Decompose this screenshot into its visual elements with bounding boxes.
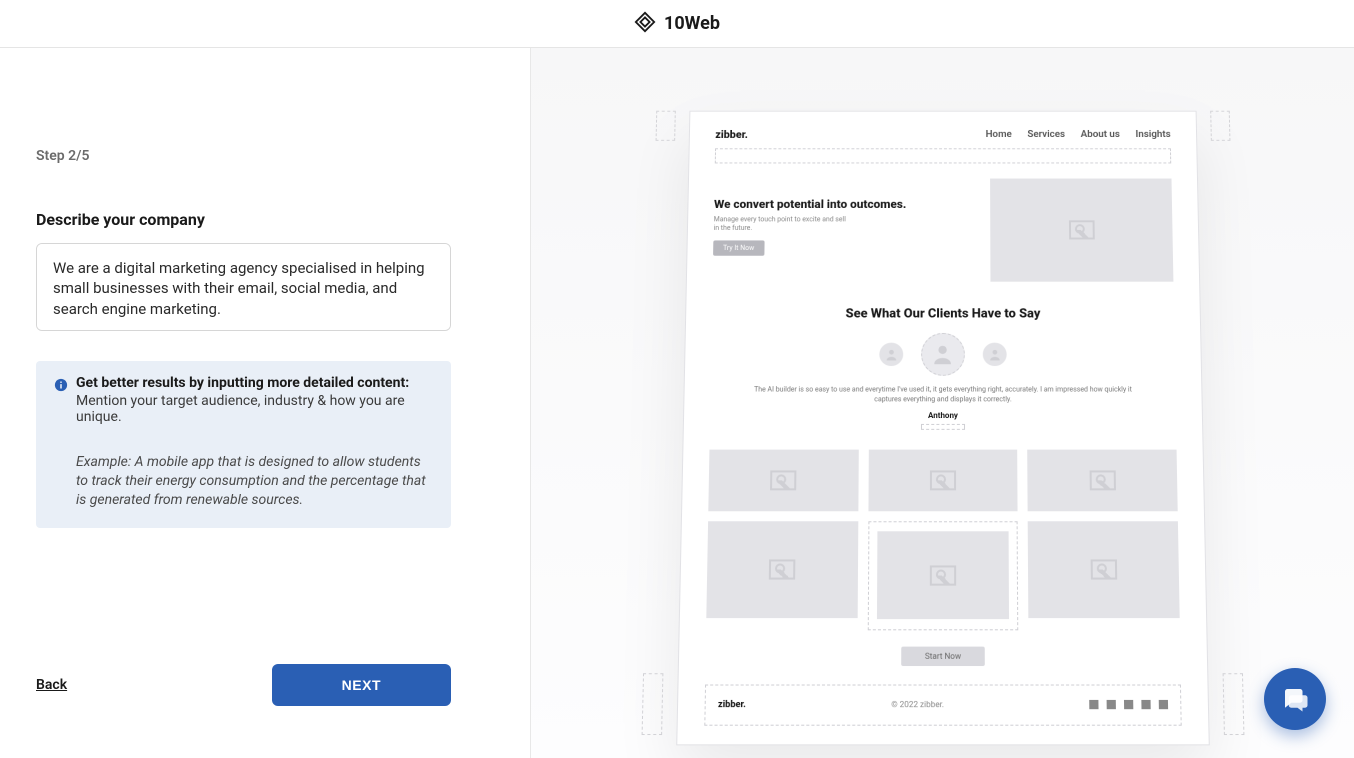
image-placeholder-icon <box>1090 559 1117 579</box>
form-title: Describe your company <box>36 210 490 229</box>
preview-hero-subtitle: Manage every touch point to excite and s… <box>713 216 851 233</box>
info-icon <box>54 377 68 391</box>
preview-quote-author: Anthony <box>710 411 1176 420</box>
guide-marker <box>655 111 675 141</box>
guide-marker <box>1222 673 1244 735</box>
preview-hero-title: We convert potential into outcomes. <box>713 198 972 212</box>
chat-icon <box>1280 684 1310 714</box>
guide-marker <box>714 148 1170 163</box>
preview-gallery <box>706 449 1180 630</box>
app-header: 10Web <box>0 0 1354 48</box>
preview-menu-item: About us <box>1080 130 1119 140</box>
image-placeholder-icon <box>1089 470 1115 490</box>
preview-menu-item: Insights <box>1135 130 1170 140</box>
chat-fab[interactable] <box>1264 668 1326 730</box>
dribbble-icon <box>1123 700 1132 709</box>
preview-card <box>708 449 858 511</box>
tip-example: Example: A mobile app that is designed t… <box>76 453 433 510</box>
preview-menu-item: Services <box>1027 130 1065 140</box>
guide-marker <box>1210 111 1230 141</box>
preview-card <box>706 521 858 618</box>
avatar-icon <box>921 333 965 376</box>
image-placeholder-icon <box>1068 220 1094 239</box>
step-indicator: Step 2/5 <box>36 148 490 164</box>
company-description-input[interactable] <box>36 243 451 331</box>
preview-nav: zibber. Home Services About us Insights <box>715 129 1171 141</box>
preview-card <box>1028 521 1180 618</box>
preview-menu-item: Home <box>985 130 1011 140</box>
image-placeholder-icon <box>770 470 796 490</box>
image-placeholder-icon <box>929 565 955 585</box>
next-button[interactable]: NEXT <box>272 664 451 706</box>
image-placeholder-icon <box>769 559 796 579</box>
site-preview: zibber. Home Services About us Insights … <box>676 111 1210 745</box>
avatar-icon <box>982 343 1006 366</box>
preview-testimonials-title: See What Our Clients Have to Say <box>711 307 1173 322</box>
preview-hero-image <box>990 179 1173 282</box>
image-placeholder-icon <box>929 470 955 490</box>
linkedin-icon <box>1141 700 1150 709</box>
back-button[interactable]: Back <box>36 677 67 693</box>
preview-footer: zibber. © 2022 zibber. <box>704 684 1181 725</box>
avatar-icon <box>879 343 903 366</box>
preview-avatars <box>710 333 1174 376</box>
preview-card <box>868 449 1018 511</box>
preview-logo: zibber. <box>715 129 748 141</box>
form-panel: Step 2/5 Describe your company Get bette… <box>0 48 530 758</box>
preview-start-now: Start Now <box>901 646 985 665</box>
tip-title: Get better results by inputting more det… <box>76 375 409 391</box>
preview-hero-cta: Try It Now <box>713 241 764 256</box>
brand-name: 10Web <box>664 13 720 34</box>
preview-copyright: © 2022 zibber. <box>891 700 944 709</box>
guide-marker <box>641 673 663 735</box>
tip-subtitle: Mention your target audience, industry &… <box>76 393 433 425</box>
preview-hero: We convert potential into outcomes. Mana… <box>712 179 1173 282</box>
brand-logo-icon <box>634 11 656 37</box>
youtube-icon <box>1158 700 1167 709</box>
tip-box: Get better results by inputting more det… <box>36 361 451 528</box>
guide-marker <box>920 424 964 430</box>
preview-panel: zibber. Home Services About us Insights … <box>530 48 1354 758</box>
preview-card-selected <box>867 521 1018 630</box>
preview-quote: The AI builder is so easy to use and eve… <box>710 386 1175 405</box>
instagram-icon <box>1106 700 1115 709</box>
twitter-icon <box>1089 700 1098 709</box>
preview-footer-logo: zibber. <box>717 700 745 710</box>
preview-social-icons <box>1089 700 1168 709</box>
preview-card <box>1027 449 1177 511</box>
